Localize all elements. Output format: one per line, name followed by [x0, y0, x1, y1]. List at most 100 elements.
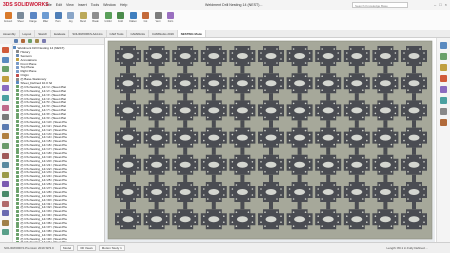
tab-3d-views[interactable]: 3D Views	[77, 245, 96, 251]
left-tool-icon[interactable]	[2, 229, 9, 236]
part-hole	[346, 194, 348, 196]
ribbon-button-label: Fold	[118, 20, 123, 23]
minimize-icon[interactable]: –	[434, 2, 436, 7]
connector-tab	[240, 93, 245, 101]
part-hole	[394, 106, 397, 109]
part-hole	[390, 143, 393, 146]
panel-tab-icon[interactable]	[28, 39, 32, 43]
left-tool-icon[interactable]	[2, 143, 9, 149]
part-hole	[178, 184, 180, 186]
left-tool-icon[interactable]	[2, 181, 9, 188]
ribbon-button-3[interactable]: Miter	[41, 12, 51, 26]
part-hole	[378, 157, 381, 159]
part-hole	[203, 79, 205, 81]
ribbon-button-9[interactable]: Fold	[116, 12, 126, 26]
search-knowledge-base-input[interactable]: Search Knowledge Base	[352, 2, 408, 8]
tab-command-4[interactable]: SOLIDWORKS Add-Ins	[69, 30, 107, 37]
tab-motion-study[interactable]: Motion Study 1	[98, 245, 125, 251]
ribbon-button-13[interactable]: Form	[166, 12, 176, 26]
ribbon-button-8[interactable]: Unfold	[103, 12, 113, 26]
part-hole	[362, 75, 364, 77]
menu-edit[interactable]: Edit	[56, 3, 62, 7]
close-icon[interactable]: ×	[445, 2, 447, 7]
tab-command-5[interactable]: CAM Tools	[107, 30, 128, 37]
part-hole	[374, 106, 377, 109]
part-hole	[362, 143, 364, 146]
panel-tab-icon[interactable]	[35, 39, 39, 43]
tab-command-8[interactable]: NESTING Mode	[177, 30, 206, 37]
tab-command-3[interactable]: Evaluate	[51, 30, 70, 37]
task-pane-icon[interactable]	[440, 53, 447, 60]
menu-file[interactable]: File	[46, 3, 52, 7]
left-tool-icon[interactable]	[2, 219, 9, 226]
feature-manager-panel: Weldment Drill Nesting 14 (NEST) History…	[0, 38, 105, 242]
task-pane-icon[interactable]	[440, 108, 447, 115]
left-tool-icon[interactable]	[2, 210, 9, 217]
tab-command-6[interactable]: CAMWorks	[127, 30, 149, 37]
part-hole	[251, 194, 254, 196]
part-hole	[137, 112, 139, 115]
task-pane-icon[interactable]	[440, 75, 447, 82]
part-hole	[121, 157, 123, 159]
left-tool-icon[interactable]	[2, 75, 9, 82]
ribbon-button-2[interactable]: Flange	[28, 12, 38, 26]
left-tool-icon[interactable]	[2, 114, 9, 121]
left-tool-icon[interactable]	[2, 47, 9, 53]
panel-tab-icon[interactable]	[42, 39, 46, 43]
part-hole	[403, 221, 405, 223]
menu-window[interactable]: Window	[103, 3, 116, 7]
left-tool-icon[interactable]	[2, 66, 9, 73]
tab-command-2[interactable]: Sketch	[35, 30, 52, 37]
part-hole	[350, 225, 352, 227]
left-tool-icon[interactable]	[2, 95, 9, 101]
left-tool-icon[interactable]	[2, 162, 9, 169]
part-hole	[231, 215, 234, 217]
left-tool-icon[interactable]	[2, 200, 9, 207]
task-pane-icon[interactable]	[440, 64, 447, 71]
left-tool-icon[interactable]	[2, 191, 9, 197]
left-tool-icon[interactable]	[2, 104, 9, 111]
tab-command-0[interactable]: Assembly	[0, 30, 20, 37]
panel-tab-icon[interactable]	[14, 39, 18, 43]
menu-tools[interactable]: Tools	[91, 3, 99, 7]
menu-view[interactable]: View	[66, 3, 74, 7]
menu-insert[interactable]: Insert	[78, 3, 87, 7]
ribbon-button-10[interactable]: Flatten	[128, 12, 138, 26]
ribbon-button-11[interactable]: Cut	[141, 12, 151, 26]
task-pane-icon[interactable]	[440, 97, 447, 104]
tab-command-1[interactable]: Layout	[20, 30, 36, 37]
part-hole	[165, 215, 168, 217]
ribbon-button-5[interactable]: Jog	[66, 12, 76, 26]
feature-icon	[16, 178, 19, 182]
tab-command-7[interactable]: CAMWorks 2019	[149, 30, 178, 37]
left-tool-icon[interactable]	[2, 85, 9, 92]
part-hole	[251, 133, 254, 136]
part-hole	[292, 211, 295, 213]
part-hole	[178, 116, 180, 119]
left-tool-icon[interactable]	[2, 152, 9, 159]
part-hole	[117, 188, 119, 190]
panel-tab-icon[interactable]	[21, 39, 25, 43]
task-pane-icon[interactable]	[440, 42, 447, 49]
left-tool-icon[interactable]	[2, 133, 9, 140]
ribbon-button-12[interactable]: Vent	[153, 12, 163, 26]
solidworks-logo[interactable]: 3DS SOLIDWORKS	[3, 2, 49, 8]
part-slot	[122, 161, 134, 168]
maximize-icon[interactable]: □	[439, 2, 441, 7]
ribbon-button-6[interactable]: Bend	[78, 12, 88, 26]
left-tool-icon[interactable]	[2, 56, 9, 63]
task-pane-icon[interactable]	[440, 119, 447, 126]
tab-model[interactable]: Model	[60, 245, 75, 251]
part-hole	[350, 157, 352, 159]
connector-tab	[383, 93, 388, 101]
ribbon-button-0[interactable]: Convert	[3, 12, 13, 26]
task-pane-icon[interactable]	[440, 86, 447, 93]
part-hole	[333, 62, 335, 64]
left-tool-icon[interactable]	[2, 171, 9, 178]
ribbon-button-1[interactable]: Sheet	[16, 12, 26, 26]
graphics-area[interactable]	[105, 38, 435, 242]
ribbon-button-7[interactable]: Break	[91, 12, 101, 26]
menu-help[interactable]: Help	[120, 3, 127, 7]
ribbon-button-4[interactable]: Hem	[53, 12, 63, 26]
left-tool-icon[interactable]	[2, 123, 9, 130]
